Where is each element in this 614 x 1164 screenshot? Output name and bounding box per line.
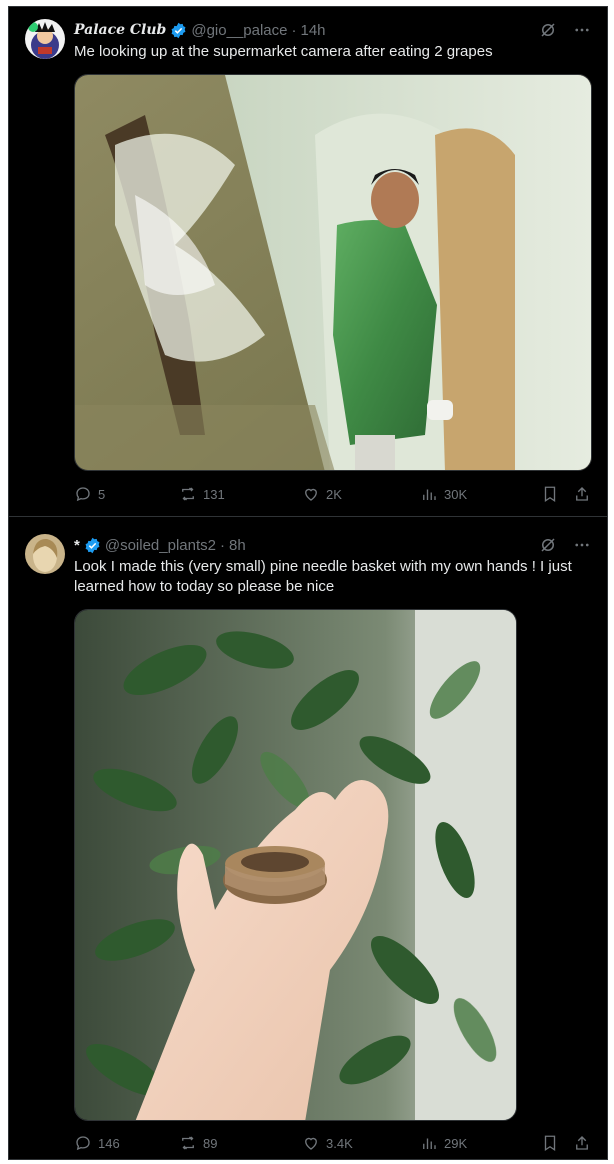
repost-count: 89	[203, 1135, 218, 1151]
tweet-header: Palace Club @gio__palace · 14h	[74, 20, 591, 40]
like-count: 3.4K	[326, 1135, 353, 1151]
reply-icon	[76, 1136, 90, 1151]
views-button[interactable]: 29K	[420, 1134, 540, 1152]
like-icon	[305, 1137, 317, 1150]
bookmark-icon[interactable]	[541, 485, 559, 503]
views-icon	[423, 489, 436, 500]
verified-badge-icon	[170, 22, 187, 39]
grok-icon[interactable]	[539, 21, 557, 39]
tweet-actions: 5 131 2K 30K	[74, 484, 591, 504]
timestamp[interactable]: 8h	[229, 537, 246, 554]
tweet[interactable]: * @soiled_plants2 · 8h Look I made this …	[9, 518, 607, 1160]
repost-icon	[182, 487, 194, 501]
like-button[interactable]: 2K	[302, 485, 420, 503]
repost-icon	[182, 1136, 194, 1150]
handle[interactable]: @soiled_plants2	[105, 537, 216, 554]
share-icon[interactable]	[573, 1134, 591, 1152]
repost-button[interactable]: 131	[179, 485, 302, 503]
reply-icon	[76, 487, 90, 502]
reply-button[interactable]: 146	[74, 1134, 179, 1152]
avatar[interactable]	[25, 534, 65, 574]
separator-dot: ·	[291, 21, 297, 39]
like-icon	[305, 488, 317, 501]
bookmark-icon[interactable]	[541, 1134, 559, 1152]
timeline: Palace Club @gio__palace · 14h Me lookin…	[8, 6, 608, 1160]
repost-count: 131	[203, 486, 225, 502]
tweet-image[interactable]	[74, 74, 592, 471]
display-name[interactable]: Palace Club	[74, 22, 166, 38]
tweet-header: * @soiled_plants2 · 8h	[74, 535, 591, 555]
tweet-actions: 146 89 3.4K 29K	[74, 1133, 591, 1153]
more-icon[interactable]	[573, 536, 591, 554]
like-count: 2K	[326, 486, 342, 502]
tweet-text: Me looking up at the supermarket camera …	[74, 43, 493, 60]
verified-badge-icon	[84, 537, 101, 554]
reply-count: 146	[98, 1135, 120, 1151]
tweet-text: Look I made this (very small) pine needl…	[74, 558, 572, 595]
handle[interactable]: @gio__palace	[191, 22, 287, 39]
views-button[interactable]: 30K	[420, 485, 540, 503]
repost-button[interactable]: 89	[179, 1134, 302, 1152]
tweet[interactable]: Palace Club @gio__palace · 14h Me lookin…	[9, 7, 607, 517]
reply-count: 5	[98, 486, 106, 502]
view-count: 30K	[444, 486, 468, 502]
timestamp[interactable]: 14h	[301, 22, 326, 39]
views-icon	[423, 1138, 436, 1149]
separator-dot: ·	[219, 536, 225, 554]
like-button[interactable]: 3.4K	[302, 1134, 420, 1152]
tweet-image[interactable]	[74, 609, 517, 1121]
view-count: 29K	[444, 1135, 468, 1151]
reply-button[interactable]: 5	[74, 485, 179, 503]
more-icon[interactable]	[573, 21, 591, 39]
display-name[interactable]: *	[74, 537, 80, 554]
avatar[interactable]	[25, 19, 65, 59]
grok-icon[interactable]	[539, 536, 557, 554]
share-icon[interactable]	[573, 485, 591, 503]
